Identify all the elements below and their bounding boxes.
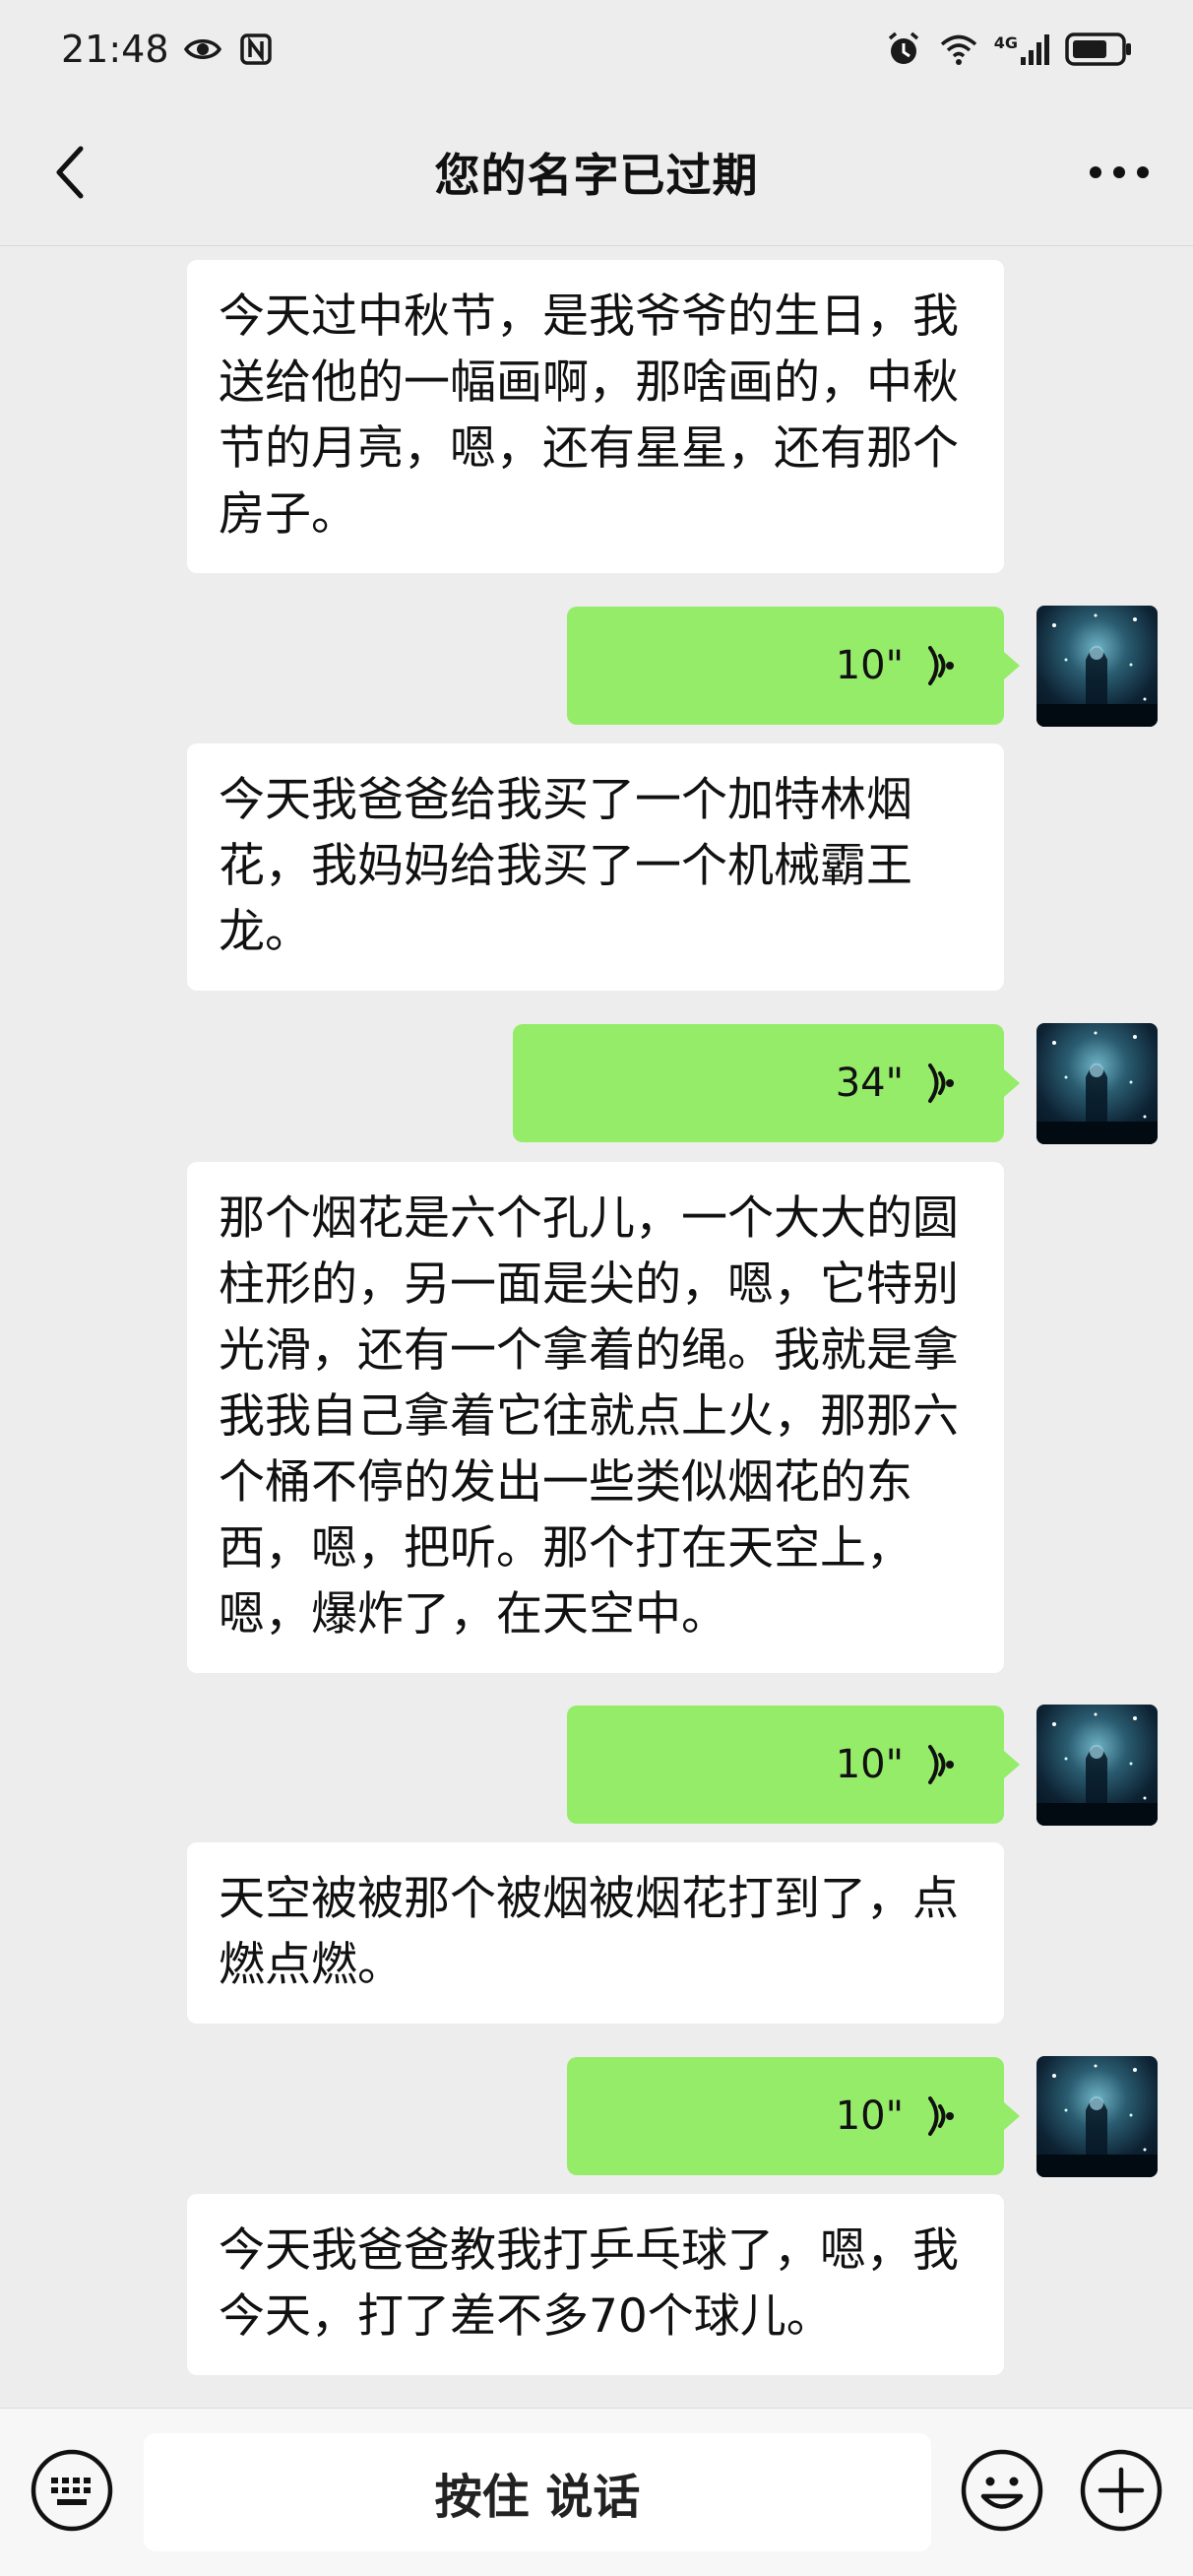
voice-message[interactable]: 10" bbox=[567, 2057, 1020, 2175]
avatar[interactable] bbox=[1036, 1705, 1158, 1826]
emoji-icon[interactable] bbox=[960, 2448, 1044, 2533]
signal-icon: 4G bbox=[994, 32, 1049, 67]
voice-message[interactable]: 34" bbox=[513, 1024, 1020, 1142]
avatar-image bbox=[1036, 2064, 1158, 2177]
voice-duration: 10" bbox=[835, 1742, 904, 1787]
more-dots-icon bbox=[1090, 166, 1149, 178]
text-message[interactable]: 那个烟花是六个孔儿，一个大大的圆柱形的，另一面是尖的，嗯，它特别光滑，还有一个拿… bbox=[187, 1162, 1004, 1673]
battery-icon bbox=[1065, 32, 1131, 66]
text-message[interactable]: 今天过中秋节，是我爷爷的生日，我送给他的一幅画啊，那啥画的，中秋节的月亮，嗯，还… bbox=[187, 260, 1004, 573]
avatar[interactable] bbox=[1036, 1023, 1158, 1144]
avatar[interactable] bbox=[1036, 606, 1158, 727]
nav-bar: 您的名字已过期 bbox=[0, 98, 1193, 246]
avatar[interactable] bbox=[1036, 2056, 1158, 2177]
avatar-image bbox=[1036, 613, 1158, 727]
back-button[interactable] bbox=[30, 133, 108, 212]
nfc-icon bbox=[239, 33, 272, 65]
voice-duration: 34" bbox=[835, 1061, 904, 1106]
status-time: 21:48 bbox=[61, 28, 169, 71]
voice-duration: 10" bbox=[835, 2093, 904, 2139]
voice-duration: 10" bbox=[835, 643, 904, 688]
page-title: 您的名字已过期 bbox=[434, 149, 759, 202]
status-bar: 21:48 4G bbox=[0, 0, 1193, 98]
eye-icon bbox=[183, 39, 221, 59]
avatar-image bbox=[1036, 1712, 1158, 1826]
voice-message[interactable]: 10" bbox=[567, 1706, 1020, 1824]
signal-bars-icon bbox=[1021, 34, 1049, 65]
voice-wave-icon bbox=[928, 1745, 954, 1784]
plus-icon[interactable] bbox=[1079, 2448, 1163, 2533]
more-button[interactable] bbox=[1075, 133, 1163, 212]
voice-message[interactable]: 10" bbox=[567, 607, 1020, 725]
avatar-image bbox=[1036, 1031, 1158, 1144]
input-bar: 按住 说话 bbox=[0, 2408, 1193, 2576]
text-message[interactable]: 天空被被那个被烟被烟花打到了，点燃点燃。 bbox=[187, 1842, 1004, 2024]
keyboard-icon[interactable] bbox=[30, 2448, 114, 2533]
voice-wave-icon bbox=[928, 1063, 954, 1103]
message-list[interactable]: 今天过中秋节，是我爷爷的生日，我送给他的一幅画啊，那啥画的，中秋节的月亮，嗯，还… bbox=[0, 246, 1193, 2408]
chevron-left-icon bbox=[56, 146, 84, 199]
text-message[interactable]: 今天我爸爸教我打乒乓球了，嗯，我今天，打了差不多70个球儿。 bbox=[187, 2194, 1004, 2375]
chat-screen: 21:48 4G 您的名字已过期 今天过中秋节，是我爷爷的生日，我送给他的一幅画… bbox=[0, 0, 1193, 2576]
hold-to-talk-button[interactable]: 按住 说话 bbox=[144, 2433, 931, 2551]
alarm-icon bbox=[888, 32, 918, 64]
wifi-icon bbox=[940, 34, 976, 65]
voice-wave-icon bbox=[928, 2096, 954, 2136]
network-type: 4G bbox=[993, 33, 1018, 52]
voice-wave-icon bbox=[928, 646, 954, 685]
text-message[interactable]: 今天我爸爸给我买了一个加特林烟花，我妈妈给我买了一个机械霸王龙。 bbox=[187, 743, 1004, 991]
